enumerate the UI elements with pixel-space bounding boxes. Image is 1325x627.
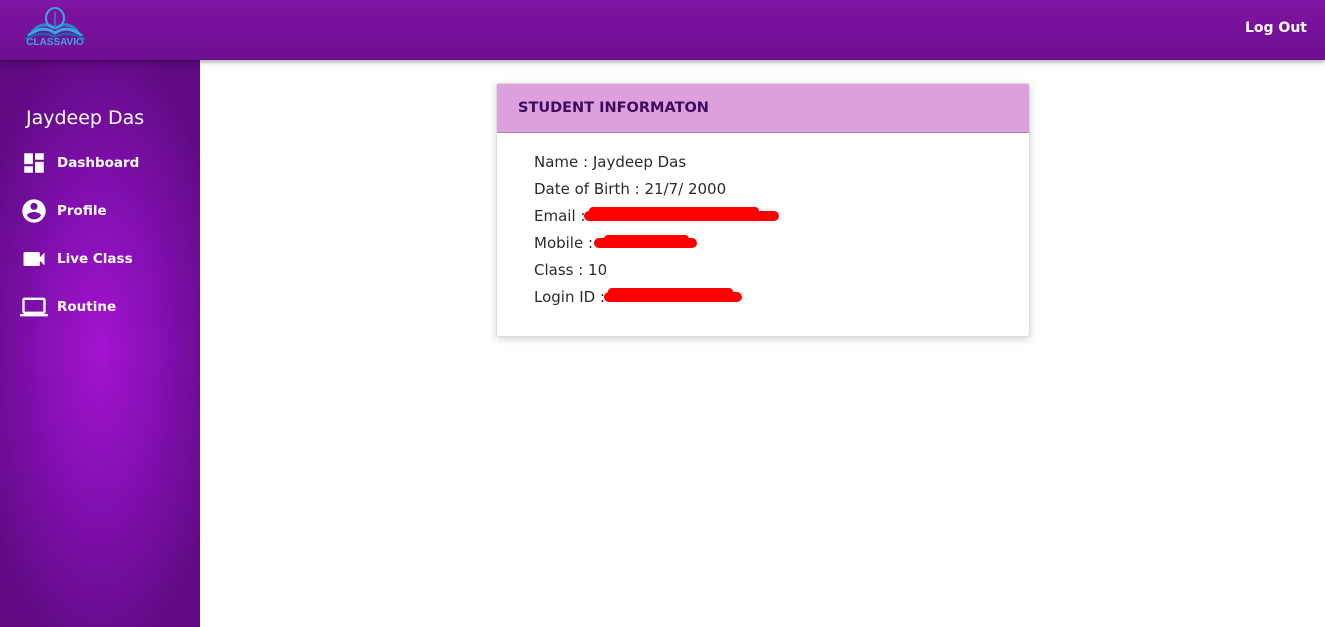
redaction-mark xyxy=(604,235,689,243)
sidebar-item-label: Dashboard xyxy=(57,155,140,171)
info-text: Class : 10 xyxy=(534,261,608,279)
info-row-mobile: Mobile : xyxy=(534,232,1029,259)
logout-button[interactable]: Log Out xyxy=(1245,20,1307,36)
sidebar-item-label: Profile xyxy=(57,203,107,219)
info-row-name: Name : Jaydeep Das xyxy=(534,151,1029,178)
sidebar-item-profile[interactable]: Profile xyxy=(20,197,107,225)
info-row-login-id: Login ID : xyxy=(534,286,1029,313)
classavio-logo[interactable]: CLASSAVIO xyxy=(22,6,88,52)
laptop-icon xyxy=(20,293,48,321)
info-text: Email : xyxy=(534,207,586,225)
info-text: Login ID : xyxy=(534,288,606,306)
videocam-icon xyxy=(20,245,48,273)
student-info-card: STUDENT INFORMATON Name : Jaydeep Das Da… xyxy=(496,83,1030,337)
card-title: STUDENT INFORMATON xyxy=(518,100,709,116)
sidebar-user-name: Jaydeep Das xyxy=(26,107,145,129)
account-circle-icon xyxy=(20,197,48,225)
info-text: Mobile : xyxy=(534,234,594,252)
top-navbar: CLASSAVIO Log Out xyxy=(0,0,1325,60)
sidebar: Jaydeep Das Dashboard Profile Live Class… xyxy=(0,60,200,627)
sidebar-item-label: Routine xyxy=(57,299,117,315)
sidebar-item-label: Live Class xyxy=(57,251,133,267)
redaction-mark xyxy=(589,207,759,215)
sidebar-item-dashboard[interactable]: Dashboard xyxy=(20,149,139,177)
sidebar-item-routine[interactable]: Routine xyxy=(20,293,116,321)
card-header: STUDENT INFORMATON xyxy=(497,84,1029,133)
info-row-dob: Date of Birth : 21/7/ 2000 xyxy=(534,178,1029,205)
info-text: Name : Jaydeep Das xyxy=(534,153,687,171)
logo-text: CLASSAVIO xyxy=(26,37,84,48)
info-text: Date of Birth : 21/7/ 2000 xyxy=(534,180,727,198)
dashboard-icon xyxy=(20,149,48,177)
card-body: Name : Jaydeep Das Date of Birth : 21/7/… xyxy=(497,133,1029,313)
main-content: STUDENT INFORMATON Name : Jaydeep Das Da… xyxy=(200,60,1325,627)
info-row-email: Email : xyxy=(534,205,1029,232)
sidebar-item-live-class[interactable]: Live Class xyxy=(20,245,133,273)
redaction-mark xyxy=(608,288,733,296)
info-row-class: Class : 10 xyxy=(534,259,1029,286)
